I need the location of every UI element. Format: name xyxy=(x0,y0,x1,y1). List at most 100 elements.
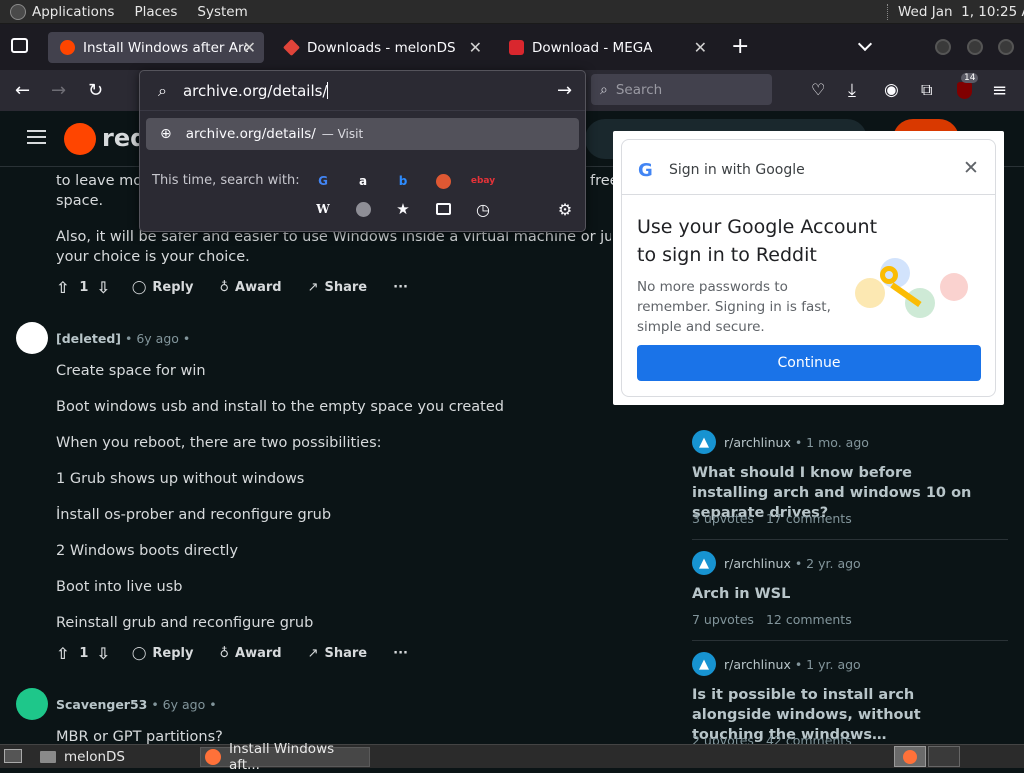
reload-icon[interactable]: ↻ xyxy=(88,80,103,101)
reddit-logo-icon[interactable] xyxy=(64,123,96,155)
workspace-switcher[interactable] xyxy=(894,746,926,767)
search-input[interactable]: ⌕ Search xyxy=(591,74,772,105)
tab-list-chevron-icon[interactable] xyxy=(857,36,873,52)
tab-melonds[interactable]: Downloads - melonDS ✕ xyxy=(272,32,490,63)
minimize-window-icon[interactable] xyxy=(935,39,951,55)
share-icon: ↗ xyxy=(307,279,319,295)
url-input[interactable]: ⌕ archive.org/details/ → xyxy=(140,71,585,111)
wikipedia-engine-icon[interactable]: W xyxy=(313,199,333,219)
post-title[interactable]: Arch in WSL xyxy=(692,584,982,604)
reply-label: Reply xyxy=(152,645,194,661)
forward-arrow-icon[interactable]: → xyxy=(51,80,66,101)
avatar[interactable] xyxy=(16,688,48,720)
url-suggestion[interactable]: ⊕ archive.org/details/ — Visit xyxy=(146,118,579,150)
maximize-window-icon[interactable] xyxy=(967,39,983,55)
mega-favicon-icon xyxy=(509,40,524,55)
taskbar-label: melonDS xyxy=(64,749,125,765)
url-search-icon: ⌕ xyxy=(158,80,167,100)
duckduckgo-engine-icon[interactable] xyxy=(433,171,453,191)
subreddit-meta: r/archlinux • 2 yr. ago xyxy=(724,556,1014,571)
distro-icon[interactable] xyxy=(10,3,26,20)
new-tab-icon[interactable]: + xyxy=(731,34,749,59)
downvote-icon[interactable]: ⇩ xyxy=(96,644,109,663)
comment-text: your choice is your choice. xyxy=(56,249,250,265)
amazon-engine-icon[interactable]: a xyxy=(353,171,373,191)
comments-count: 12 comments xyxy=(765,612,852,627)
pocket-icon[interactable]: ♡ xyxy=(811,80,825,99)
extensions-icon[interactable]: ⧉ xyxy=(921,80,932,100)
username[interactable]: Scavenger53 xyxy=(56,697,147,712)
tab-label: Download - MEGA xyxy=(532,39,653,56)
close-tab-icon[interactable]: ✕ xyxy=(243,38,256,57)
upvote-icon[interactable]: ⇧ xyxy=(56,644,69,663)
go-arrow-icon[interactable]: → xyxy=(557,80,572,101)
share-button[interactable]: ↗ Share xyxy=(308,280,368,295)
comment-author: [deleted] • 6y ago • xyxy=(56,331,190,346)
award-icon: ♁ xyxy=(219,279,230,295)
workspace-2[interactable] xyxy=(928,746,960,767)
bookmarks-star-icon[interactable]: ★ xyxy=(393,199,413,219)
archlinux-subreddit-icon[interactable]: ▲ xyxy=(692,652,716,676)
history-clock-icon[interactable]: ◷ xyxy=(473,199,493,219)
avatar[interactable] xyxy=(16,322,48,354)
comments-count: 17 comments xyxy=(765,511,852,526)
upvote-icon[interactable]: ⇧ xyxy=(56,278,69,297)
award-button[interactable]: ♁ Award xyxy=(220,646,282,661)
award-button[interactable]: ♁ Award xyxy=(220,280,282,295)
share-button[interactable]: ↗ Share xyxy=(308,646,368,661)
tab-overview-icon[interactable] xyxy=(11,38,28,53)
google-engine-icon[interactable]: G xyxy=(313,171,333,191)
suggestion-action: — Visit xyxy=(321,127,364,141)
melonds-favicon-icon xyxy=(283,39,300,56)
more-options-button[interactable]: ··· xyxy=(393,646,408,661)
bing-engine-icon[interactable]: b xyxy=(393,171,413,191)
reply-icon: ◯ xyxy=(131,279,147,295)
username[interactable]: [deleted] xyxy=(56,331,121,346)
subreddit-name[interactable]: r/archlinux xyxy=(724,435,791,450)
menu-hamburger-icon[interactable]: ≡ xyxy=(992,80,1007,101)
search-placeholder: Search xyxy=(615,81,663,98)
continue-button[interactable]: Continue xyxy=(637,345,981,381)
applications-menu[interactable]: Applications xyxy=(32,4,114,20)
google-popup-header: Sign in with Google xyxy=(669,162,805,178)
search-settings-gear-icon[interactable]: ⚙ xyxy=(555,199,575,219)
subreddit-name[interactable]: r/archlinux xyxy=(724,657,791,672)
reply-button[interactable]: ◯ Reply xyxy=(132,280,194,295)
close-window-icon[interactable] xyxy=(998,39,1014,55)
close-tab-icon[interactable]: ✕ xyxy=(694,38,707,57)
close-tab-icon[interactable]: ✕ xyxy=(469,38,482,57)
archlinux-subreddit-icon[interactable]: ▲ xyxy=(692,551,716,575)
post-stats: 3 upvotes 17 comments xyxy=(692,511,982,526)
google-signin-popup: G Sign in with Google ✕ Use your Google … xyxy=(613,131,1004,405)
places-menu[interactable]: Places xyxy=(134,4,177,20)
suggestion-url: archive.org/details/ xyxy=(185,126,316,142)
tab-reddit[interactable]: Install Windows after Arch Linux ✕ xyxy=(48,32,264,63)
comment-line: Boot windows usb and install to the empt… xyxy=(56,399,504,415)
award-icon: ♁ xyxy=(219,645,230,661)
tab-mega[interactable]: Download - MEGA ✕ xyxy=(497,32,715,63)
show-desktop-icon[interactable] xyxy=(4,749,22,763)
comment-author: Scavenger53 • 6y ago • xyxy=(56,697,217,712)
account-icon[interactable]: ◉ xyxy=(884,80,899,100)
ublock-icon[interactable] xyxy=(957,82,972,99)
close-popup-icon[interactable]: ✕ xyxy=(963,157,979,179)
taskbar-item-firefox[interactable]: Install Windows aft... xyxy=(200,741,370,773)
reddit-favicon-icon xyxy=(60,40,75,55)
tabs-icon[interactable] xyxy=(433,199,453,219)
award-label: Award xyxy=(235,279,282,295)
search-engine-icon[interactable] xyxy=(353,199,373,219)
taskbar-item-melonds[interactable]: melonDS xyxy=(36,747,196,767)
back-arrow-icon[interactable]: ← xyxy=(15,80,30,101)
archlinux-subreddit-icon[interactable]: ▲ xyxy=(692,430,716,454)
ebay-engine-icon[interactable]: ebay xyxy=(471,171,495,191)
subreddit-name[interactable]: r/archlinux xyxy=(724,556,791,571)
downloads-icon[interactable]: ⤓ xyxy=(848,80,856,101)
search-icon: ⌕ xyxy=(600,81,608,98)
clock[interactable]: Wed Jan 1, 10:25 AM xyxy=(898,4,1024,20)
subreddit-meta: r/archlinux • 1 yr. ago xyxy=(724,657,1014,672)
reply-button[interactable]: ◯ Reply xyxy=(132,646,194,661)
downvote-icon[interactable]: ⇩ xyxy=(96,278,109,297)
system-menu[interactable]: System xyxy=(197,4,247,20)
firefox-icon xyxy=(205,749,221,765)
more-options-button[interactable]: ··· xyxy=(393,280,408,295)
